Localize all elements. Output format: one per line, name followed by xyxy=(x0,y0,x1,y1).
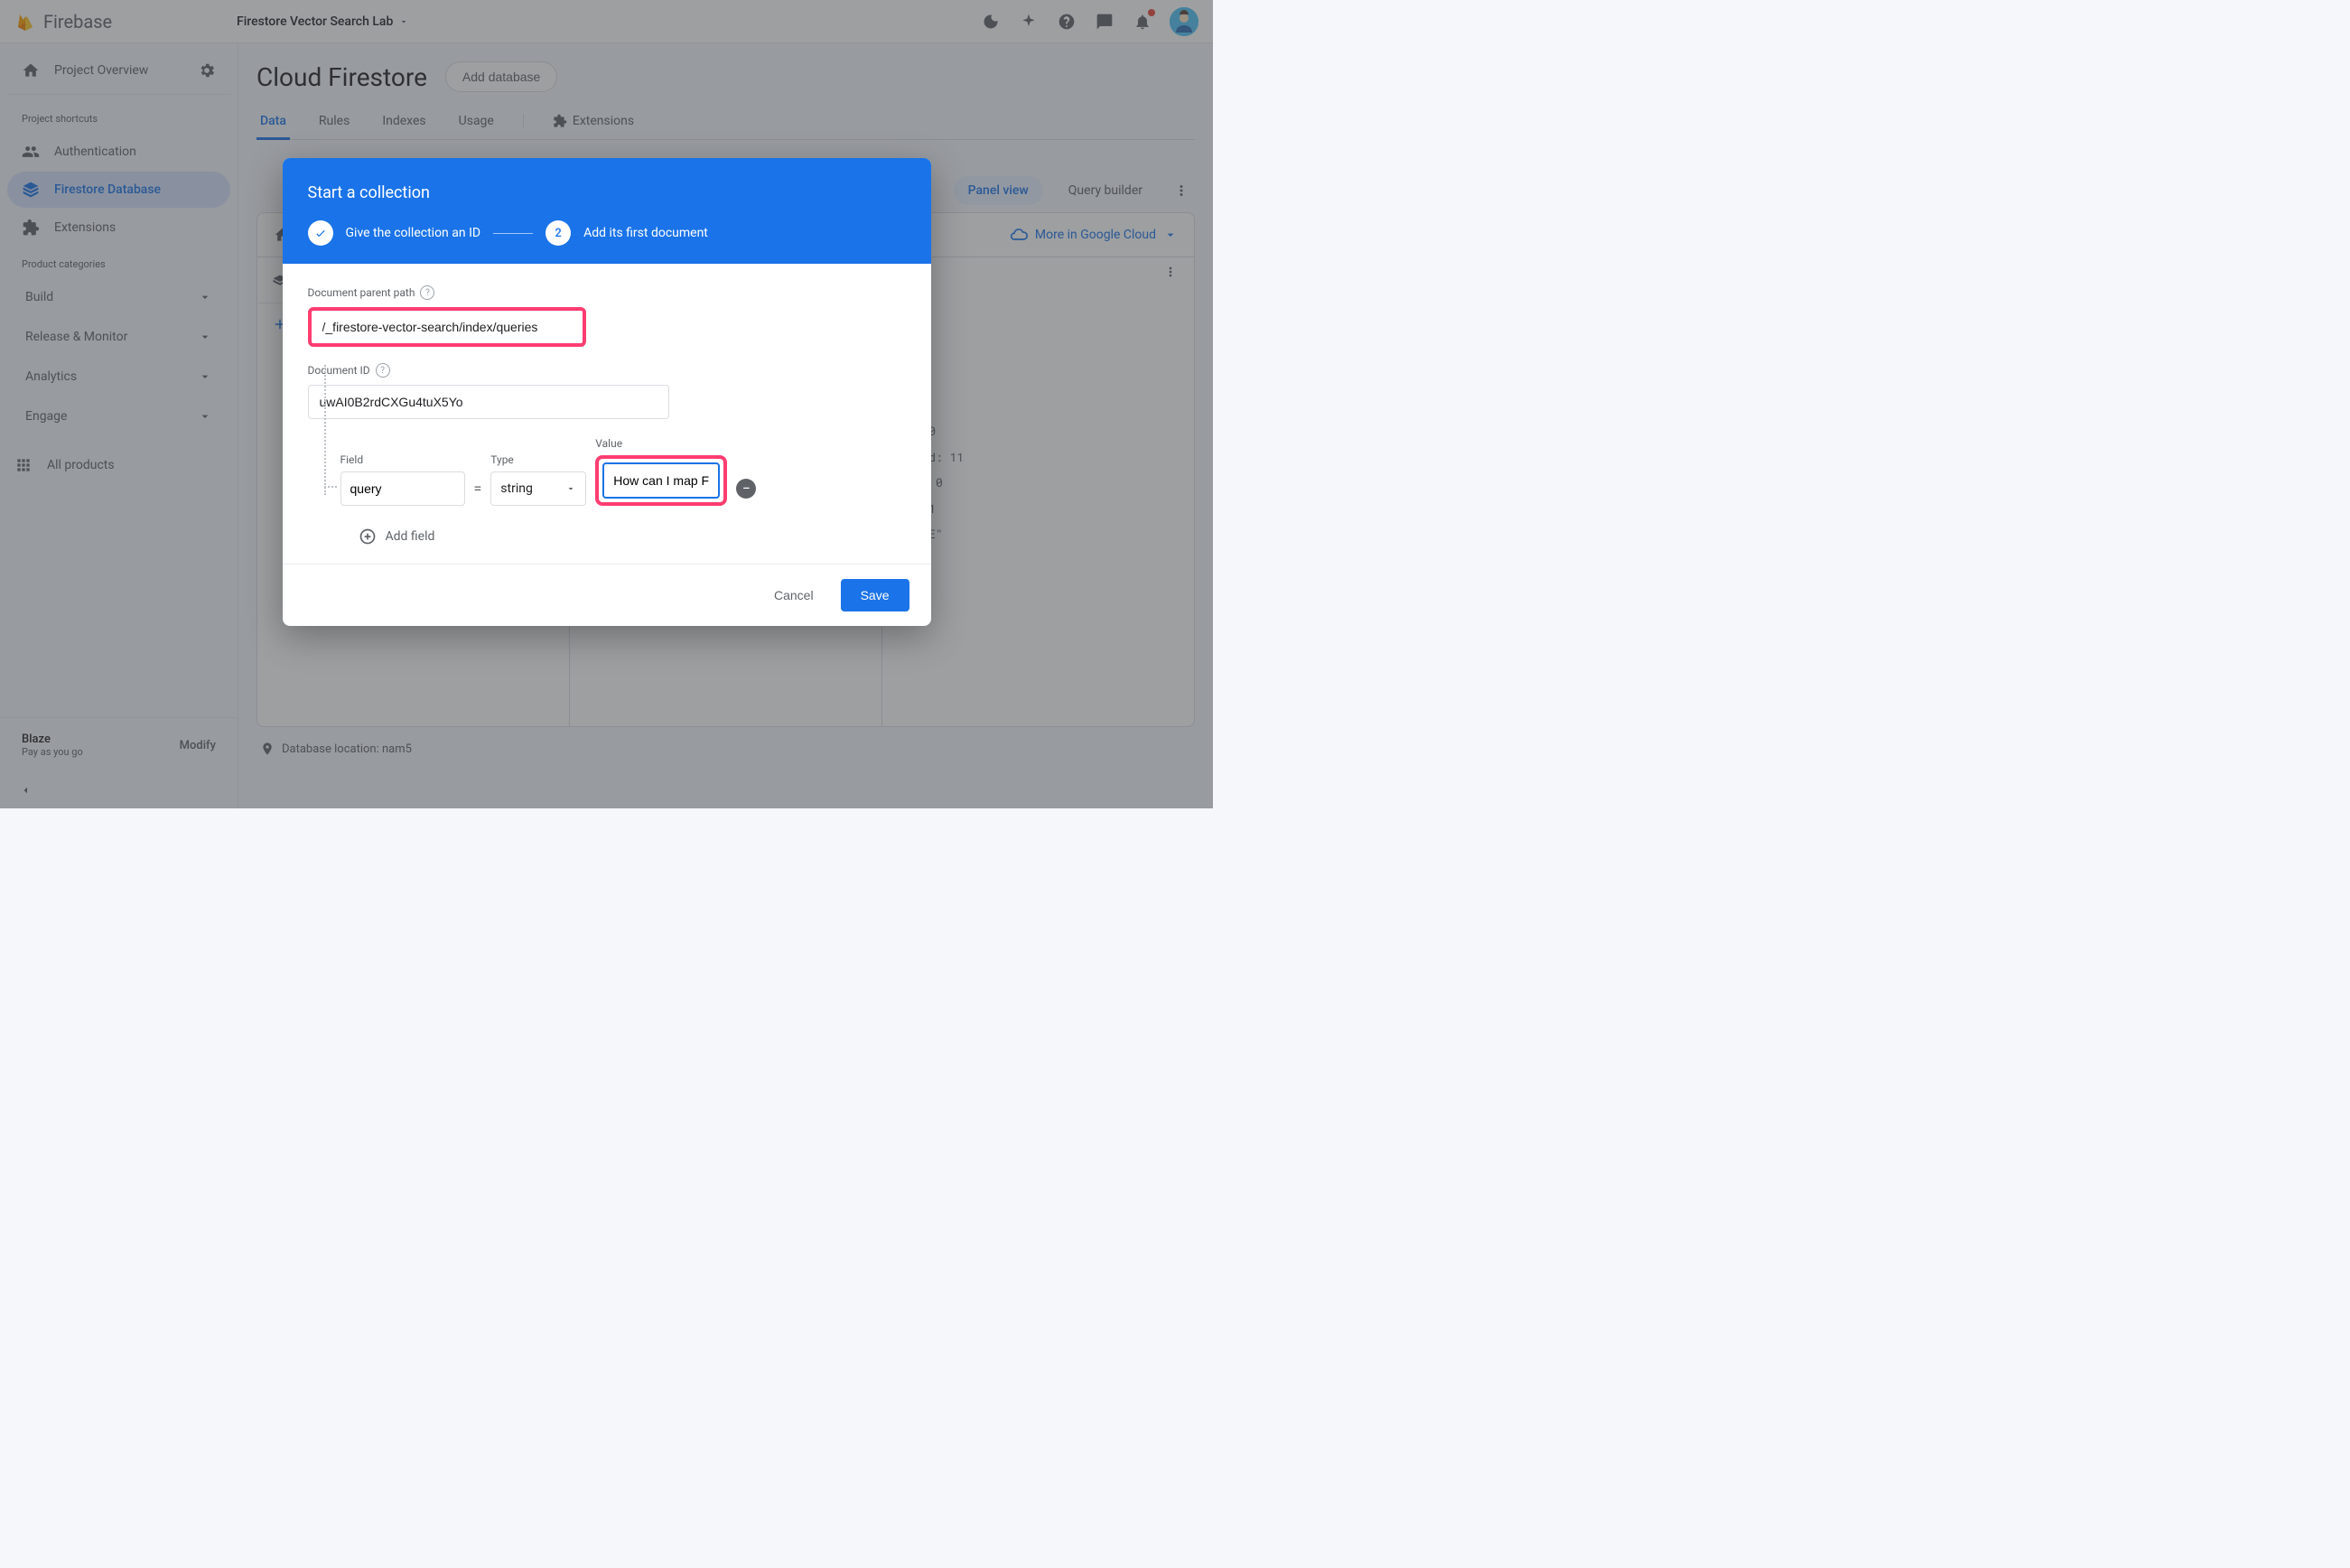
type-select[interactable]: string xyxy=(490,471,586,506)
step-divider xyxy=(493,233,533,234)
field-type-col: Type string xyxy=(490,453,586,506)
value-input[interactable] xyxy=(602,462,720,499)
equals-sign: = xyxy=(474,480,482,506)
value-highlight xyxy=(595,455,727,506)
help-icon[interactable]: ? xyxy=(420,285,434,300)
help-icon[interactable]: ? xyxy=(376,363,390,378)
modal-footer: Cancel Save xyxy=(283,564,931,626)
field-value-col: Value xyxy=(595,437,727,506)
step-2-label: Add its first document xyxy=(583,226,708,240)
chevron-down-icon xyxy=(565,483,576,494)
type-value: string xyxy=(500,481,533,496)
modal-header: Start a collection Give the collection a… xyxy=(283,158,931,264)
type-label: Type xyxy=(490,453,586,466)
parent-path-label: Document parent path ? xyxy=(308,285,906,300)
add-field-button[interactable]: Add field xyxy=(359,527,906,546)
tree-branch xyxy=(324,486,337,488)
modal-title: Start a collection xyxy=(308,183,906,202)
document-id-label: Document ID ? xyxy=(308,363,906,378)
parent-path-highlight xyxy=(308,307,586,347)
modal-body: Document parent path ? Document ID ? Fie… xyxy=(283,264,931,564)
add-field-label: Add field xyxy=(386,529,435,544)
step-2-badge: 2 xyxy=(546,220,571,246)
modal-overlay: Start a collection Give the collection a… xyxy=(0,0,1213,808)
start-collection-modal: Start a collection Give the collection a… xyxy=(283,158,931,626)
field-name-input[interactable] xyxy=(340,471,465,506)
label-text: Document ID xyxy=(308,364,370,377)
parent-path-input[interactable] xyxy=(312,311,583,343)
tree-line xyxy=(324,365,326,495)
value-label: Value xyxy=(595,437,727,450)
remove-field-button[interactable]: − xyxy=(736,479,756,499)
field-name-col: Field xyxy=(340,453,465,506)
cancel-button[interactable]: Cancel xyxy=(758,579,830,611)
plus-circle-icon xyxy=(359,527,377,546)
field-definition-row: Field = Type string Value xyxy=(340,437,906,506)
step-1-badge xyxy=(308,220,333,246)
label-text: Document parent path xyxy=(308,286,415,299)
document-id-input[interactable] xyxy=(308,385,669,419)
step-1-label: Give the collection an ID xyxy=(346,226,481,240)
save-button[interactable]: Save xyxy=(841,579,909,611)
field-label: Field xyxy=(340,453,465,466)
